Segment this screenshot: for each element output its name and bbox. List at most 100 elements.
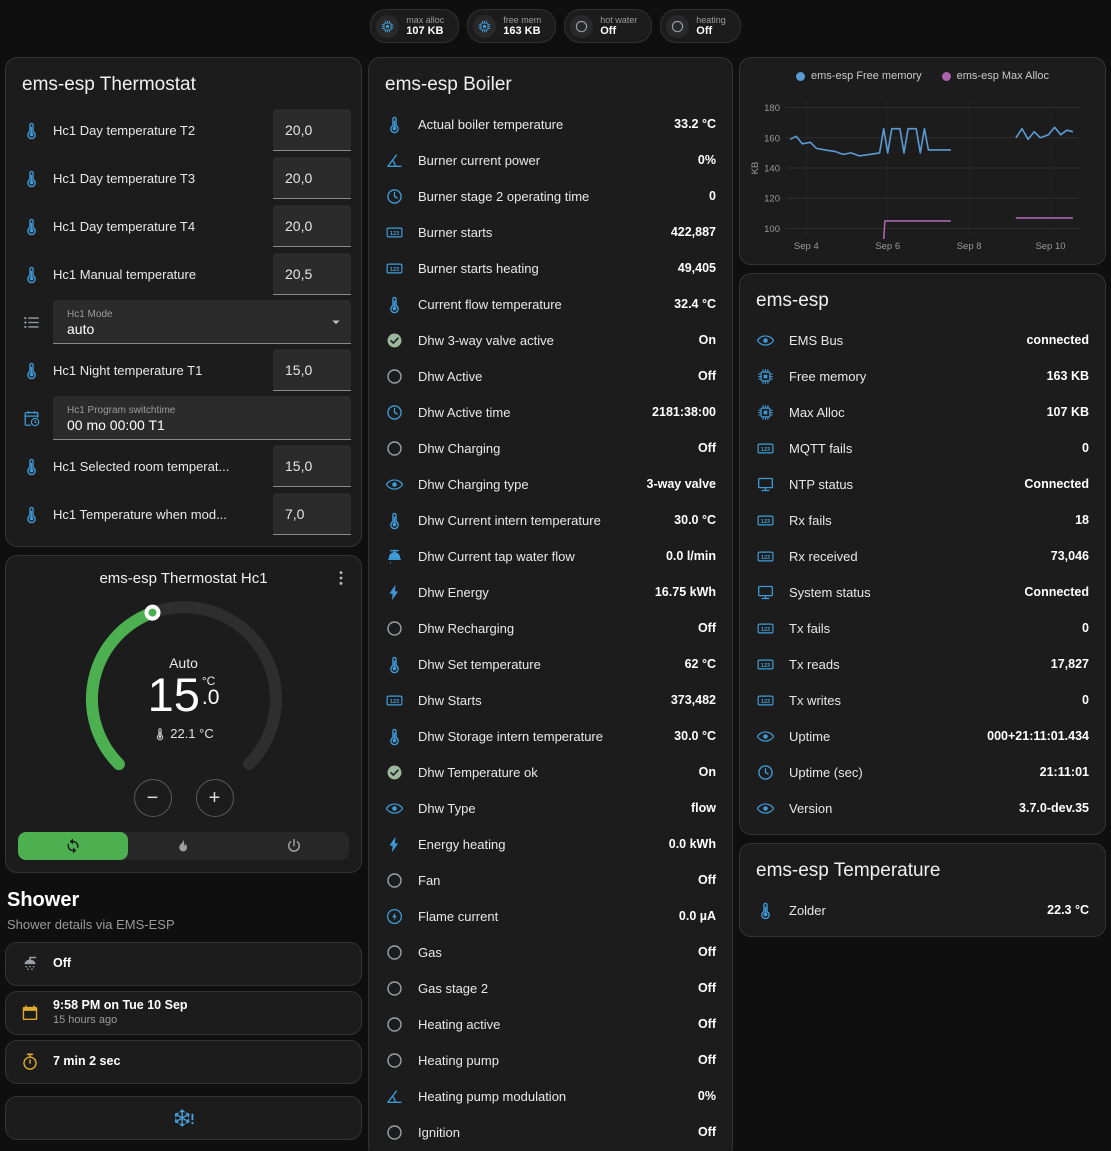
shower-card[interactable]: 9:58 PM on Tue 10 Sep 15 hours ago (5, 991, 362, 1035)
mode-auto-button[interactable] (18, 832, 128, 860)
entity-label: Dhw 3-way valve active (418, 333, 685, 348)
entity-row[interactable]: Version 3.7.0-dev.35 (740, 790, 1105, 826)
temp-increase-button[interactable]: + (196, 779, 234, 817)
svg-text:123: 123 (390, 698, 399, 704)
entity-row[interactable]: Dhw Energy 16.75 kWh (369, 574, 732, 610)
entity-icon (385, 475, 404, 494)
entity-row[interactable]: Fan Off (369, 862, 732, 898)
entity-row[interactable]: 123 Burner starts 422,887 (369, 214, 732, 250)
entity-row[interactable]: Heating pump Off (369, 1042, 732, 1078)
thermostat-setting-row: Hc1 Selected room temperat... 15,0 Hc1 S… (6, 442, 361, 490)
shower-card[interactable]: 7 min 2 sec (5, 1040, 362, 1084)
badge-label: max alloc (406, 15, 444, 25)
svg-text:123: 123 (761, 626, 770, 632)
entity-row[interactable]: Dhw Set temperature 62 °C (369, 646, 732, 682)
entity-row[interactable]: 123 Tx fails 0 (740, 610, 1105, 646)
entity-row[interactable]: 123 MQTT fails 0 (740, 430, 1105, 466)
primary-text: Off (53, 956, 71, 972)
status-badge[interactable]: max alloc 107 KB (370, 9, 459, 43)
entity-label: Fan (418, 873, 684, 888)
entity-value: Off (698, 369, 716, 383)
mode-heat-button[interactable] (128, 832, 238, 860)
entity-row[interactable]: Dhw 3-way valve active On (369, 322, 732, 358)
entity-row[interactable]: Dhw Storage intern temperature 30.0 °C (369, 718, 732, 754)
entity-row[interactable]: Burner stage 2 operating time 0 (369, 178, 732, 214)
number-input[interactable]: 20,5 (273, 253, 351, 295)
entity-row[interactable]: NTP status Connected (740, 466, 1105, 502)
entity-label: Heating active (418, 1017, 684, 1032)
entity-row[interactable]: Ignition Off (369, 1114, 732, 1150)
entity-row[interactable]: EMS Bus connected (740, 322, 1105, 358)
entity-row[interactable]: 123 Tx reads 17,827 (740, 646, 1105, 682)
mode-off-button[interactable] (239, 832, 349, 860)
number-input[interactable]: 15,0 (273, 349, 351, 391)
entity-row[interactable]: 123 Rx received 73,046 (740, 538, 1105, 574)
number-input[interactable]: 20,0 (273, 157, 351, 199)
status-badge[interactable]: free mem 163 KB (467, 9, 556, 43)
entity-row[interactable]: Energy heating 0.0 kWh (369, 826, 732, 862)
entity-row[interactable]: 123 Tx writes 0 (740, 682, 1105, 718)
frost-card[interactable] (5, 1096, 362, 1140)
entity-label: Ignition (418, 1125, 684, 1140)
entity-row[interactable]: 123 Burner starts heating 49,405 (369, 250, 732, 286)
svg-text:123: 123 (761, 446, 770, 452)
thermostat-setting-row: Hc1 Manual temperature 20,5 Hc1 Manual t… (6, 250, 361, 298)
entity-row[interactable]: 123 Dhw Starts 373,482 (369, 682, 732, 718)
number-input[interactable]: 15,0 (273, 445, 351, 487)
entity-row[interactable]: Actual boiler temperature 33.2 °C (369, 106, 732, 142)
boiler-rows: Actual boiler temperature 33.2 °C Burner… (369, 106, 732, 1151)
status-badge[interactable]: heating Off (660, 9, 741, 43)
entity-row[interactable]: Dhw Temperature ok On (369, 754, 732, 790)
entity-row[interactable]: Max Alloc 107 KB (740, 394, 1105, 430)
number-input[interactable]: 20,0 (273, 205, 351, 247)
badge-text: max alloc 107 KB (406, 15, 444, 38)
entity-icon (22, 169, 41, 188)
entity-row[interactable]: System status Connected (740, 574, 1105, 610)
entity-row[interactable]: Uptime (sec) 21:11:01 (740, 754, 1105, 790)
entity-row[interactable]: Dhw Active Off (369, 358, 732, 394)
entity-row[interactable]: Dhw Charging Off (369, 430, 732, 466)
entity-label: Dhw Charging type (418, 477, 633, 492)
thermostat-dial[interactable]: Auto 15 °C .0 22.1 °C (74, 589, 294, 803)
entity-value: 0.0 µA (679, 909, 716, 923)
boiler-card: ems-esp Boiler Actual boiler temperature… (368, 57, 733, 1151)
entity-row[interactable]: Heating pump modulation 0% (369, 1078, 732, 1114)
entity-row[interactable]: Free memory 163 KB (740, 358, 1105, 394)
entity-row[interactable]: Dhw Active time 2181:38:00 (369, 394, 732, 430)
entity-row[interactable]: Uptime 000+21:11:01.434 (740, 718, 1105, 754)
entity-row[interactable]: Dhw Recharging Off (369, 610, 732, 646)
entity-row[interactable]: Burner current power 0% (369, 142, 732, 178)
entity-row[interactable]: Dhw Current intern temperature 30.0 °C (369, 502, 732, 538)
entity-row[interactable]: Gas Off (369, 934, 732, 970)
entity-row[interactable]: Dhw Current tap water flow 0.0 l/min (369, 538, 732, 574)
select-input[interactable]: Hc1 Mode auto (53, 300, 351, 344)
entity-row[interactable]: Gas stage 2 Off (369, 970, 732, 1006)
entity-label: Version (789, 801, 1005, 816)
entity-row[interactable]: Dhw Charging type 3-way valve (369, 466, 732, 502)
legend-dot (796, 72, 805, 81)
entity-row[interactable]: Dhw Type flow (369, 790, 732, 826)
entity-icon (385, 547, 404, 566)
more-menu-icon[interactable] (331, 568, 351, 588)
temp-decrease-button[interactable]: − (134, 779, 172, 817)
svg-text:123: 123 (390, 266, 399, 272)
select-input[interactable]: Hc1 Program switchtime 00 mo 00:00 T1 (53, 396, 351, 440)
legend-label: ems-esp Max Alloc (957, 70, 1049, 82)
entity-row[interactable]: Zolder 22.3 °C (740, 892, 1105, 928)
number-input[interactable]: 20,0 (273, 109, 351, 151)
number-input[interactable]: 7,0 (273, 493, 351, 535)
temp-adjust-buttons: − + (6, 779, 361, 817)
entity-row[interactable]: Current flow temperature 32.4 °C (369, 286, 732, 322)
legend-item[interactable]: ems-esp Free memory (796, 70, 922, 82)
badges: max alloc 107 KB free mem 163 KB hot wat… (370, 9, 741, 43)
entity-row[interactable]: Heating active Off (369, 1006, 732, 1042)
svg-text:140: 140 (764, 164, 780, 175)
badge-value: 107 KB (406, 25, 444, 38)
entity-row[interactable]: 123 Rx fails 18 (740, 502, 1105, 538)
legend-item[interactable]: ems-esp Max Alloc (942, 70, 1049, 82)
shower-card[interactable]: Off (5, 942, 362, 986)
svg-text:Sep 8: Sep 8 (957, 241, 982, 252)
status-badge[interactable]: hot water Off (564, 9, 652, 43)
entity-value: 3-way valve (647, 477, 717, 491)
entity-row[interactable]: Flame current 0.0 µA (369, 898, 732, 934)
